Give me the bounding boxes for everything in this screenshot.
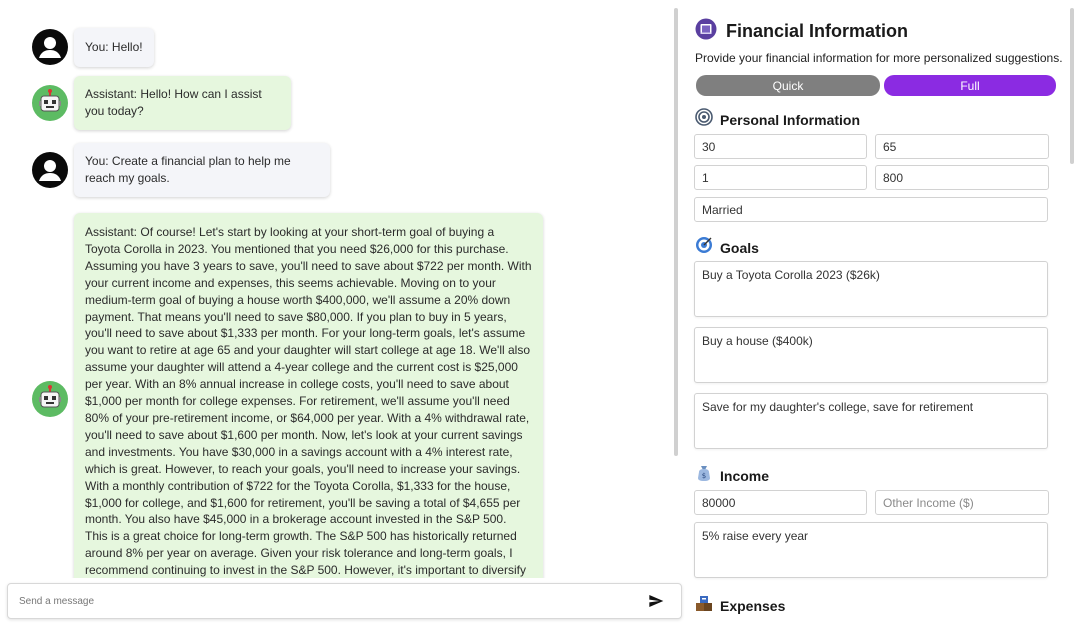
section-title: Goals	[720, 239, 759, 256]
retirement-age-field[interactable]	[875, 134, 1049, 159]
chat-scrollbar[interactable]	[674, 8, 678, 456]
section-title: Income	[720, 467, 770, 484]
long-term-goal-input[interactable]: Save for my daughter's college, save for…	[694, 393, 1048, 449]
section-title: Personal Information	[720, 111, 861, 128]
panel-scrollbar[interactable]	[1070, 8, 1074, 164]
user-message: You: Create a financial plan to help me …	[32, 143, 330, 197]
message-input[interactable]	[19, 586, 641, 616]
user-avatar-icon	[32, 29, 68, 66]
marital-status-field[interactable]	[694, 197, 1048, 222]
medium-term-goal-input[interactable]: Buy a house ($400k)	[694, 327, 1048, 383]
short-term-goal-input[interactable]: Buy a Toyota Corolla 2023 ($26k)	[694, 261, 1048, 317]
panel-header: Financial Information	[695, 18, 908, 45]
message-list: You: Hello! Assistant: Hello! How can I …	[0, 0, 672, 578]
svg-text:$: $	[702, 472, 706, 480]
income-section-header: $ Income	[695, 464, 769, 487]
income-notes-input[interactable]: 5% raise every year	[694, 522, 1048, 578]
credit-score-field[interactable]	[875, 165, 1049, 190]
mode-tabs: Quick Full	[696, 75, 1056, 96]
message-text: You: Create a financial plan to help me …	[74, 143, 330, 197]
money-bag-icon: $	[695, 464, 713, 487]
message-text: Assistant: Of course! Let's start by loo…	[74, 213, 543, 578]
tab-full[interactable]: Full	[884, 75, 1056, 96]
message-text: Assistant: Hello! How can I assist you t…	[74, 76, 291, 130]
section-title: Expenses	[720, 597, 786, 614]
personal-section-header: Personal Information	[695, 108, 860, 131]
message-text: You: Hello!	[74, 28, 154, 67]
tab-quick[interactable]: Quick	[696, 75, 880, 96]
app-root: You: Hello! Assistant: Hello! How can I …	[0, 0, 1080, 626]
user-avatar-icon	[32, 151, 68, 188]
assistant-message: Assistant: Of course! Let's start by loo…	[32, 209, 543, 578]
target-icon	[695, 108, 713, 131]
dependents-field[interactable]	[694, 165, 867, 190]
robot-avatar-icon	[32, 84, 68, 121]
book-icon	[695, 18, 717, 45]
assistant-message: Assistant: Hello! How can I assist you t…	[32, 76, 291, 130]
robot-avatar-icon	[32, 381, 68, 417]
chat-pane: You: Hello! Assistant: Hello! How can I …	[0, 0, 682, 626]
age-field[interactable]	[694, 134, 867, 159]
send-icon	[649, 595, 664, 607]
message-composer	[7, 583, 682, 619]
expenses-section-header: Expenses	[695, 594, 785, 617]
send-button[interactable]	[641, 586, 671, 616]
financial-panel: Financial Information Provide your finan…	[686, 0, 1080, 626]
panel-description: Provide your financial information for m…	[695, 51, 1063, 65]
goals-section-header: Goals	[695, 236, 759, 259]
user-message: You: Hello!	[32, 28, 154, 67]
panel-title: Financial Information	[726, 21, 909, 41]
boxes-icon	[695, 594, 713, 617]
bullseye-icon	[695, 236, 713, 259]
other-income-field[interactable]	[875, 490, 1049, 515]
salary-field[interactable]	[694, 490, 867, 515]
